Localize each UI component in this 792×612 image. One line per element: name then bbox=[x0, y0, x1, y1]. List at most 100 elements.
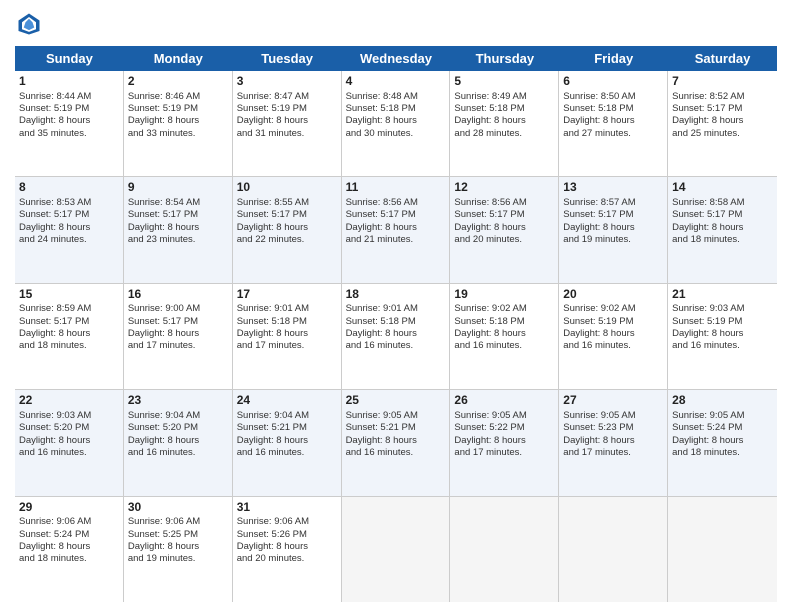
day-cell-10: 10Sunrise: 8:55 AMSunset: 5:17 PMDayligh… bbox=[233, 177, 342, 282]
calendar-row: 1Sunrise: 8:44 AMSunset: 5:19 PMDaylight… bbox=[15, 71, 777, 177]
day-cell-19: 19Sunrise: 9:02 AMSunset: 5:18 PMDayligh… bbox=[450, 284, 559, 389]
day-info-line: Sunrise: 9:06 AM bbox=[237, 516, 337, 528]
day-cell-8: 8Sunrise: 8:53 AMSunset: 5:17 PMDaylight… bbox=[15, 177, 124, 282]
day-info-line: Sunrise: 9:05 AM bbox=[346, 410, 446, 422]
day-number: 20 bbox=[563, 287, 663, 303]
day-info-line: Sunset: 5:17 PM bbox=[128, 316, 228, 328]
day-info-line: Daylight: 8 hours bbox=[563, 435, 663, 447]
calendar-row: 29Sunrise: 9:06 AMSunset: 5:24 PMDayligh… bbox=[15, 497, 777, 602]
day-info-line: and 31 minutes. bbox=[237, 128, 337, 140]
day-info-line: Daylight: 8 hours bbox=[346, 435, 446, 447]
day-info-line: Sunset: 5:17 PM bbox=[346, 209, 446, 221]
day-info-line: Daylight: 8 hours bbox=[237, 115, 337, 127]
day-info-line: Daylight: 8 hours bbox=[563, 222, 663, 234]
day-info-line: Daylight: 8 hours bbox=[19, 328, 119, 340]
day-info-line: and 16 minutes. bbox=[672, 340, 773, 352]
day-cell-9: 9Sunrise: 8:54 AMSunset: 5:17 PMDaylight… bbox=[124, 177, 233, 282]
day-info-line: and 19 minutes. bbox=[128, 553, 228, 565]
day-info-line: Daylight: 8 hours bbox=[237, 541, 337, 553]
empty-cell bbox=[559, 497, 668, 602]
day-info-line: Sunset: 5:24 PM bbox=[672, 422, 773, 434]
day-info-line: Daylight: 8 hours bbox=[346, 328, 446, 340]
day-info-line: Sunset: 5:17 PM bbox=[454, 209, 554, 221]
day-info-line: Sunrise: 8:53 AM bbox=[19, 197, 119, 209]
day-info-line: and 19 minutes. bbox=[563, 234, 663, 246]
day-cell-24: 24Sunrise: 9:04 AMSunset: 5:21 PMDayligh… bbox=[233, 390, 342, 495]
day-number: 4 bbox=[346, 74, 446, 90]
day-info-line: Sunrise: 8:44 AM bbox=[19, 91, 119, 103]
day-number: 31 bbox=[237, 500, 337, 516]
day-info-line: and 24 minutes. bbox=[19, 234, 119, 246]
day-header-friday: Friday bbox=[559, 46, 668, 71]
day-number: 21 bbox=[672, 287, 773, 303]
day-cell-13: 13Sunrise: 8:57 AMSunset: 5:17 PMDayligh… bbox=[559, 177, 668, 282]
day-info-line: Sunrise: 9:01 AM bbox=[346, 303, 446, 315]
day-info-line: Daylight: 8 hours bbox=[19, 115, 119, 127]
header bbox=[15, 10, 777, 38]
day-cell-20: 20Sunrise: 9:02 AMSunset: 5:19 PMDayligh… bbox=[559, 284, 668, 389]
day-info-line: Sunset: 5:18 PM bbox=[346, 103, 446, 115]
day-number: 23 bbox=[128, 393, 228, 409]
day-number: 10 bbox=[237, 180, 337, 196]
day-info-line: and 33 minutes. bbox=[128, 128, 228, 140]
day-cell-11: 11Sunrise: 8:56 AMSunset: 5:17 PMDayligh… bbox=[342, 177, 451, 282]
day-number: 11 bbox=[346, 180, 446, 196]
day-number: 16 bbox=[128, 287, 228, 303]
logo bbox=[15, 10, 47, 38]
day-info-line: Sunrise: 9:00 AM bbox=[128, 303, 228, 315]
day-cell-31: 31Sunrise: 9:06 AMSunset: 5:26 PMDayligh… bbox=[233, 497, 342, 602]
day-number: 28 bbox=[672, 393, 773, 409]
day-info-line: and 16 minutes. bbox=[19, 447, 119, 459]
day-info-line: and 30 minutes. bbox=[346, 128, 446, 140]
day-info-line: and 17 minutes. bbox=[454, 447, 554, 459]
day-info-line: Sunset: 5:17 PM bbox=[672, 103, 773, 115]
day-info-line: Sunrise: 8:55 AM bbox=[237, 197, 337, 209]
day-number: 17 bbox=[237, 287, 337, 303]
day-info-line: Sunrise: 8:58 AM bbox=[672, 197, 773, 209]
logo-icon bbox=[15, 10, 43, 38]
day-number: 15 bbox=[19, 287, 119, 303]
day-info-line: Sunrise: 9:05 AM bbox=[563, 410, 663, 422]
calendar-row: 22Sunrise: 9:03 AMSunset: 5:20 PMDayligh… bbox=[15, 390, 777, 496]
day-info-line: Daylight: 8 hours bbox=[672, 328, 773, 340]
day-info-line: Sunrise: 8:56 AM bbox=[454, 197, 554, 209]
day-info-line: and 18 minutes. bbox=[19, 553, 119, 565]
day-info-line: Daylight: 8 hours bbox=[19, 222, 119, 234]
day-info-line: and 18 minutes. bbox=[672, 447, 773, 459]
day-info-line: Daylight: 8 hours bbox=[454, 115, 554, 127]
day-info-line: Daylight: 8 hours bbox=[672, 222, 773, 234]
empty-cell bbox=[342, 497, 451, 602]
day-info-line: Sunrise: 9:02 AM bbox=[454, 303, 554, 315]
day-info-line: Daylight: 8 hours bbox=[237, 222, 337, 234]
day-number: 30 bbox=[128, 500, 228, 516]
day-info-line: and 16 minutes. bbox=[237, 447, 337, 459]
day-info-line: Daylight: 8 hours bbox=[672, 435, 773, 447]
day-info-line: Sunset: 5:22 PM bbox=[454, 422, 554, 434]
day-info-line: Sunrise: 8:49 AM bbox=[454, 91, 554, 103]
day-info-line: Daylight: 8 hours bbox=[454, 328, 554, 340]
day-info-line: Sunrise: 8:56 AM bbox=[346, 197, 446, 209]
day-number: 2 bbox=[128, 74, 228, 90]
day-info-line: and 23 minutes. bbox=[128, 234, 228, 246]
day-info-line: Sunset: 5:17 PM bbox=[672, 209, 773, 221]
day-info-line: and 35 minutes. bbox=[19, 128, 119, 140]
day-info-line: Daylight: 8 hours bbox=[237, 328, 337, 340]
day-info-line: and 16 minutes. bbox=[454, 340, 554, 352]
day-info-line: Sunrise: 9:04 AM bbox=[237, 410, 337, 422]
day-info-line: Sunrise: 9:04 AM bbox=[128, 410, 228, 422]
day-number: 1 bbox=[19, 74, 119, 90]
calendar-header: SundayMondayTuesdayWednesdayThursdayFrid… bbox=[15, 46, 777, 71]
day-number: 24 bbox=[237, 393, 337, 409]
day-cell-12: 12Sunrise: 8:56 AMSunset: 5:17 PMDayligh… bbox=[450, 177, 559, 282]
day-info-line: Daylight: 8 hours bbox=[563, 115, 663, 127]
calendar-body: 1Sunrise: 8:44 AMSunset: 5:19 PMDaylight… bbox=[15, 71, 777, 602]
day-info-line: Daylight: 8 hours bbox=[128, 435, 228, 447]
day-info-line: Sunset: 5:20 PM bbox=[128, 422, 228, 434]
day-info-line: Sunset: 5:17 PM bbox=[237, 209, 337, 221]
day-header-monday: Monday bbox=[124, 46, 233, 71]
day-number: 7 bbox=[672, 74, 773, 90]
day-number: 14 bbox=[672, 180, 773, 196]
day-info-line: Sunset: 5:18 PM bbox=[237, 316, 337, 328]
calendar-row: 15Sunrise: 8:59 AMSunset: 5:17 PMDayligh… bbox=[15, 284, 777, 390]
day-info-line: and 17 minutes. bbox=[237, 340, 337, 352]
